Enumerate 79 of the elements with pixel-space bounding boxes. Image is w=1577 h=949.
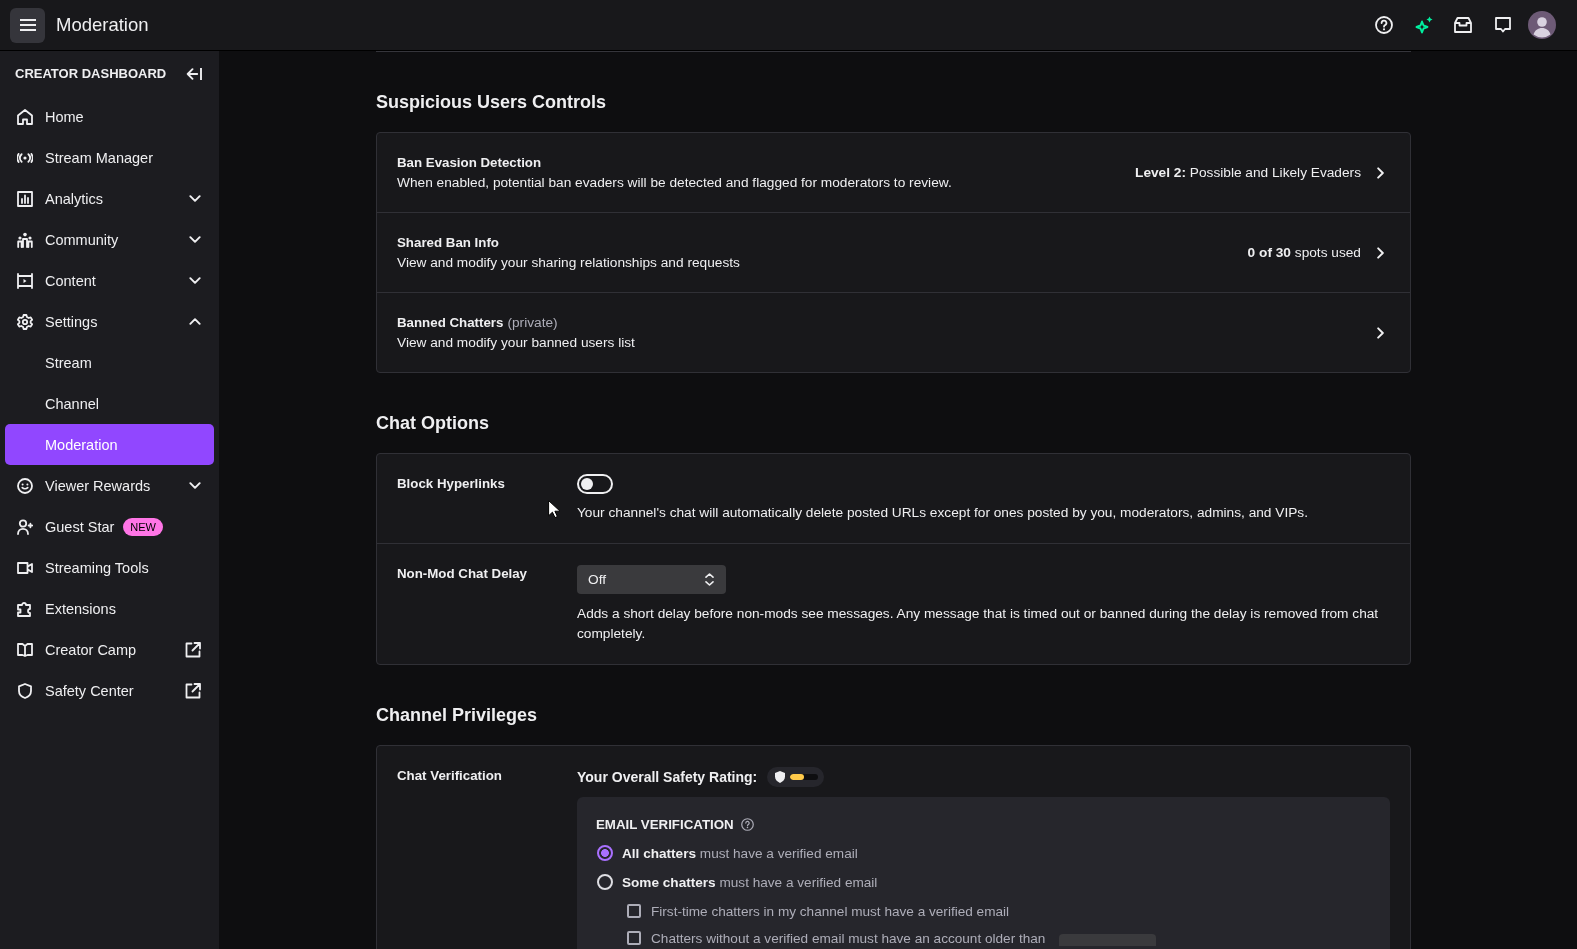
setting-title: Banned Chatters [397, 315, 504, 330]
inbox-icon[interactable] [1454, 17, 1473, 33]
setting-title: Ban Evasion Detection [397, 155, 542, 170]
arrow-left-bar-icon[interactable] [186, 67, 202, 80]
help-icon[interactable] [740, 817, 754, 831]
checkbox[interactable] [627, 904, 641, 918]
external-link-icon[interactable] [185, 641, 201, 658]
chat-bubble-icon[interactable] [1494, 17, 1511, 33]
radio-button[interactable] [597, 845, 613, 861]
nav-item[interactable]: Moderation [5, 424, 214, 465]
setting-description: Adds a short delay before non-mods see messages. Any message that is timed out or banned during the delay is removed from chat completely. [577, 605, 1380, 643]
section-heading: Suspicious Users Controls [376, 91, 607, 113]
home-icon [17, 108, 33, 125]
nav-item[interactable]: Analytics [5, 178, 214, 219]
menu-button[interactable] [10, 7, 45, 43]
people-icon [17, 231, 33, 248]
page-title: Moderation [56, 14, 149, 36]
nav-item[interactable]: Safety Center [5, 670, 214, 711]
settings-icon [17, 313, 33, 330]
menu-icon [19, 19, 36, 31]
setting-title: Shared Ban Info [397, 235, 499, 250]
nav-item[interactable]: Streaming Tools [5, 547, 214, 588]
delay-select[interactable]: Off [577, 565, 726, 594]
setting-description: When enabled, potential ban evaders will be detected and flagged for moderators to review. [397, 175, 952, 190]
setting-description: View and modify your banned users list [397, 335, 635, 350]
external-link-icon[interactable] [185, 682, 201, 699]
puzzle-piece-icon [17, 600, 33, 617]
nav-item[interactable]: Content [5, 260, 214, 301]
nav-item[interactable]: Stream Manager [5, 137, 214, 178]
chevron-down-icon[interactable] [189, 482, 201, 489]
checkbox[interactable] [627, 931, 641, 945]
avatar-icon[interactable] [1528, 11, 1557, 39]
shield-icon [775, 771, 786, 783]
nav-item[interactable]: Community [5, 219, 214, 260]
nav-item[interactable]: Creator Camp [5, 629, 214, 670]
bar-chart-icon [17, 190, 33, 207]
setting-label: Block Hyperlinks [397, 475, 505, 493]
chevron-right-icon[interactable] [1377, 327, 1384, 339]
setting-label: Chat Verification [397, 767, 502, 785]
option-label[interactable]: All chatters must have a verified email [622, 845, 858, 861]
nav-item[interactable]: Channel [5, 383, 214, 424]
panel-title: EMAIL VERIFICATION [596, 816, 734, 832]
new-badge: NEW [123, 517, 163, 536]
setting-note: (private) [507, 315, 558, 330]
chevron-down-icon[interactable] [189, 277, 201, 284]
broadcast-icon [17, 152, 33, 163]
nav-item[interactable]: Stream [5, 342, 214, 383]
smiley-icon [17, 477, 33, 494]
setting-value: 0 of 30 spots used [1247, 244, 1361, 262]
chevron-down-icon[interactable] [189, 236, 201, 243]
cursor-icon [548, 500, 560, 518]
nav-item[interactable]: Home [5, 96, 214, 137]
up-down-caret-icon [705, 573, 714, 586]
checkbox-label[interactable]: Chatters without a verified email must have an account older than [651, 930, 1046, 946]
setting-description: Your channel's chat will automatically delete posted URLs except for ones posted by you, moderators, admins, and VIPs. [577, 504, 1308, 522]
sparkle-icon[interactable] [1414, 16, 1433, 34]
chevron-up-icon[interactable] [189, 318, 201, 325]
rating-label: Your Overall Safety Rating: [577, 769, 758, 785]
open-book-icon [17, 642, 33, 657]
person-plus-icon [17, 518, 33, 535]
setting-value: Level 2: Possible and Likely Evaders [1135, 164, 1361, 182]
toggle-switch[interactable] [577, 474, 613, 494]
chevron-down-icon[interactable] [189, 195, 201, 202]
nav-item[interactable]: Settings [5, 301, 214, 342]
sidebar-heading: CREATOR DASHBOARD [15, 66, 167, 81]
setting-label: Non-Mod Chat Delay [397, 565, 527, 583]
video-camera-icon [17, 561, 33, 574]
shield-icon [17, 682, 33, 699]
nav-item[interactable]: Guest Star NEW [5, 506, 214, 547]
section-heading: Chat Options [376, 412, 489, 434]
chevron-right-icon[interactable] [1377, 247, 1384, 259]
checkbox-label[interactable]: First-time chatters in my channel must have a verified email [651, 903, 1010, 919]
nav-item[interactable]: Viewer Rewards [5, 465, 214, 506]
section-heading: Channel Privileges [376, 704, 538, 726]
setting-description: View and modify your sharing relationships and requests [397, 255, 740, 270]
nav-item[interactable]: Extensions [5, 588, 214, 629]
chevron-right-icon[interactable] [1377, 167, 1384, 179]
frame-icon [17, 272, 33, 289]
option-label[interactable]: Some chatters must have a verified email [622, 874, 878, 890]
